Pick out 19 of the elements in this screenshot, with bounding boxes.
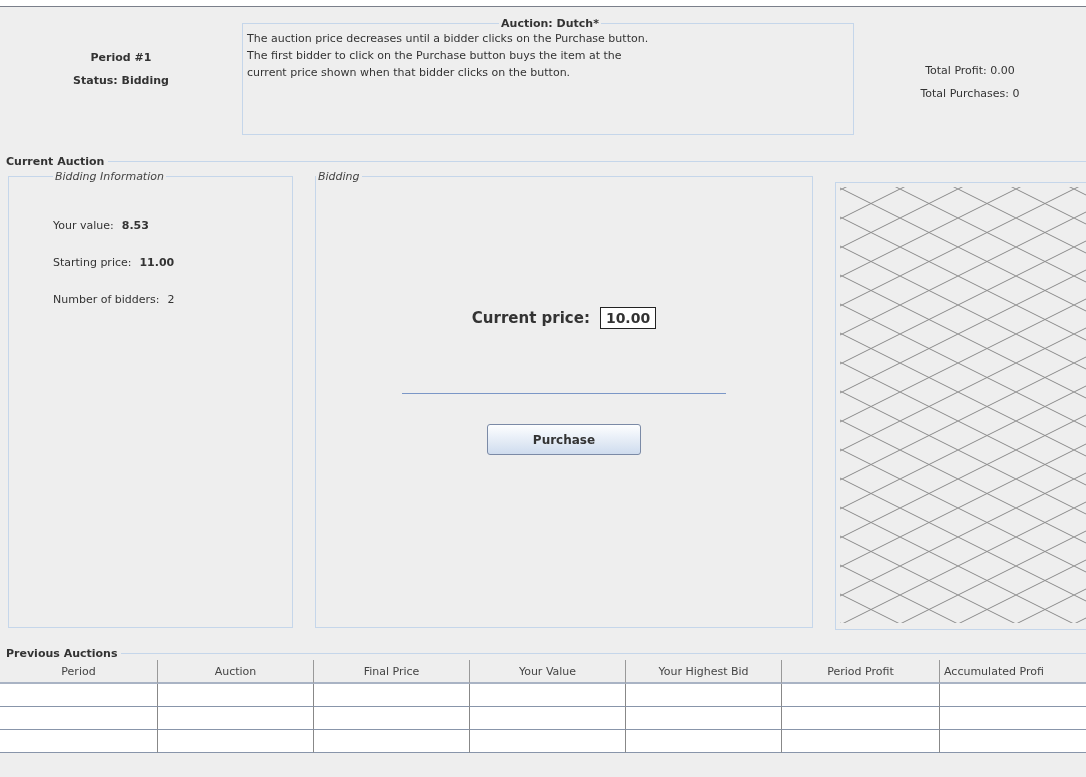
price-label: Current price: xyxy=(471,309,590,327)
info-value: 11.00 xyxy=(139,256,175,269)
info-value: 2 xyxy=(167,293,175,306)
purchase-button[interactable]: Purchase xyxy=(487,424,641,455)
info-label: Starting price: xyxy=(53,256,132,269)
section-title: Current Auction xyxy=(5,155,106,168)
price-value: 10.00 xyxy=(599,307,657,329)
rules-title: Auction: Dutch* xyxy=(500,17,600,30)
period-label: Period #1 xyxy=(90,51,152,64)
total-label: Total Purchases: 0 xyxy=(920,87,1020,100)
section-title: Previous Auctions xyxy=(5,647,119,660)
panel-title: Bidding xyxy=(317,170,361,183)
status-label: Status: Bidding xyxy=(73,74,169,87)
info-label: Number of bidders: xyxy=(53,293,160,306)
panel-title: Bidding Information xyxy=(54,170,165,183)
info-value: 8.53 xyxy=(121,219,149,232)
info-label: Your value: xyxy=(53,219,114,232)
total-label: Total Profit: 0.00 xyxy=(925,64,1015,77)
rules-text: The auction price decreases until a bidder clicks on the Purchase button. The first bidder to click on the Purchase button buys the item at the current price shown when that bidder clicks on the button. xyxy=(247,31,650,81)
